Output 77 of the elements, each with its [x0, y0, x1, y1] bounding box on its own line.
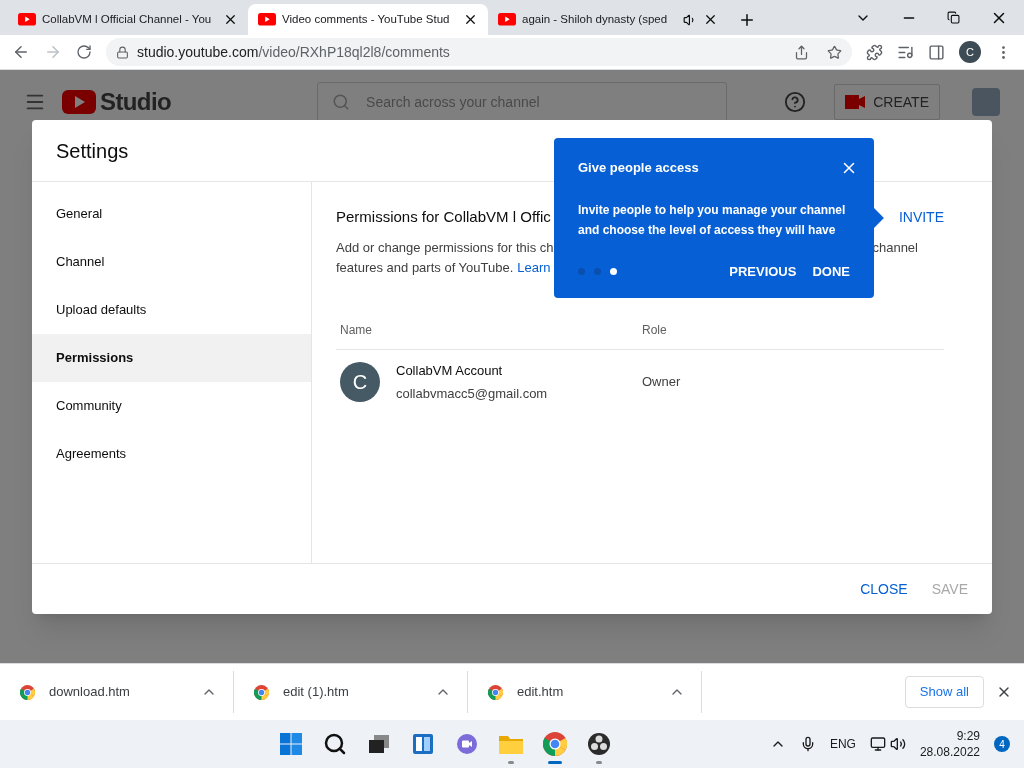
notification-badge[interactable]: 4 — [994, 736, 1010, 752]
restore-icon[interactable] — [947, 11, 960, 24]
description-text: features and parts of YouTube. — [336, 259, 514, 278]
volume-icon[interactable] — [889, 736, 906, 752]
logo-icon — [62, 90, 96, 114]
task-view-icon[interactable] — [366, 732, 391, 756]
tab-title: CollabVM l Official Channel - You — [42, 11, 213, 27]
close-icon[interactable] — [463, 12, 478, 27]
recorder-icon[interactable] — [586, 732, 611, 756]
lock-icon — [116, 45, 129, 59]
file-icon — [254, 684, 269, 700]
user-avatar: C — [340, 362, 380, 402]
browser-tab[interactable]: again - Shiloh dynasty (sped — [488, 4, 728, 35]
show-all-button[interactable]: Show all — [904, 676, 984, 708]
user-role: Owner — [642, 373, 681, 392]
file-icon — [488, 684, 503, 700]
clock-time[interactable]: 9:29 — [956, 728, 980, 744]
browser-tab[interactable]: CollabVM l Official Channel - You — [8, 4, 248, 35]
video-play-icon — [18, 13, 36, 26]
dialog-button[interactable]: CLOSE — [852, 571, 916, 607]
tip-title: Give people access — [578, 159, 699, 177]
settings-nav-item[interactable]: Agreements — [32, 430, 311, 478]
tab-title: again - Shiloh dynasty (sped — [522, 11, 669, 27]
previous-button[interactable]: PREVIOUS — [729, 261, 797, 281]
settings-nav-item[interactable]: Upload defaults — [32, 286, 311, 334]
network-icon[interactable] — [869, 736, 886, 752]
extensions-icon[interactable] — [866, 43, 883, 61]
file-icon — [20, 684, 35, 700]
file-name: download.htm — [49, 683, 131, 702]
download-item[interactable]: edit (1).htm — [234, 671, 468, 713]
create-button[interactable]: CREATE — [834, 84, 940, 120]
studio-logo-text: Studio — [100, 87, 172, 117]
side-panel-icon[interactable] — [928, 43, 945, 61]
clock-date[interactable]: 28.08.2022 — [919, 744, 980, 760]
share-icon[interactable] — [794, 44, 809, 60]
user-email: collabvmacc5@gmail.com — [396, 385, 548, 403]
star-icon[interactable] — [827, 44, 842, 60]
user-name: CollabVM Account — [396, 361, 504, 380]
dialog-title: Settings — [56, 138, 129, 164]
profile-avatar[interactable]: C — [959, 41, 981, 63]
file-name: edit.htm — [517, 683, 565, 702]
language-indicator[interactable]: ENG — [829, 735, 856, 753]
browser-tab[interactable]: Video comments - YouTube Stud — [248, 4, 488, 35]
camera-icon — [845, 95, 866, 109]
settings-nav-item[interactable]: Community — [32, 382, 311, 430]
back-icon[interactable] — [12, 43, 30, 61]
file-name: edit (1).htm — [283, 683, 350, 702]
tip-text: Invite people to help you manage your channel and choose the level of access they will have — [578, 201, 847, 239]
video-chat-icon[interactable] — [454, 732, 479, 756]
column-header: Role — [642, 321, 667, 339]
help-icon[interactable] — [784, 91, 807, 113]
close-icon[interactable] — [703, 12, 718, 27]
url-path: /video/RXhP18ql2l8/comments — [258, 42, 450, 62]
reload-icon[interactable] — [76, 44, 92, 60]
search-icon[interactable] — [322, 732, 347, 756]
settings-nav-item[interactable]: Permissions — [32, 334, 311, 382]
learn-more-link[interactable]: Learn — [517, 258, 551, 278]
column-header: Name — [339, 321, 373, 339]
done-button[interactable]: DONE — [812, 261, 850, 281]
download-item[interactable]: download.htm — [0, 671, 234, 713]
video-play-icon — [258, 13, 276, 26]
invite-link[interactable]: INVITE — [898, 206, 944, 228]
section-heading: Permissions for CollabVM l Offic — [336, 206, 551, 227]
tab-title: Video comments - YouTube Stud — [282, 11, 451, 27]
search-icon — [332, 93, 351, 111]
video-play-icon — [498, 13, 516, 26]
description-text: channel — [872, 239, 918, 258]
url-host: studio.youtube.com — [137, 42, 259, 62]
settings-nav-item[interactable]: General — [32, 190, 311, 238]
browser-icon[interactable] — [542, 732, 567, 756]
download-item[interactable]: edit.htm — [468, 671, 702, 713]
windows-icon[interactable] — [278, 732, 303, 756]
description-text: Add or change permissions for this ch — [336, 239, 554, 258]
widgets-icon[interactable] — [410, 732, 435, 756]
address-field[interactable]: studio.youtube.com/video/RXhP18ql2l8/comments — [106, 38, 852, 66]
settings-nav-item[interactable]: Channel — [32, 238, 311, 286]
close-icon[interactable] — [223, 12, 238, 27]
